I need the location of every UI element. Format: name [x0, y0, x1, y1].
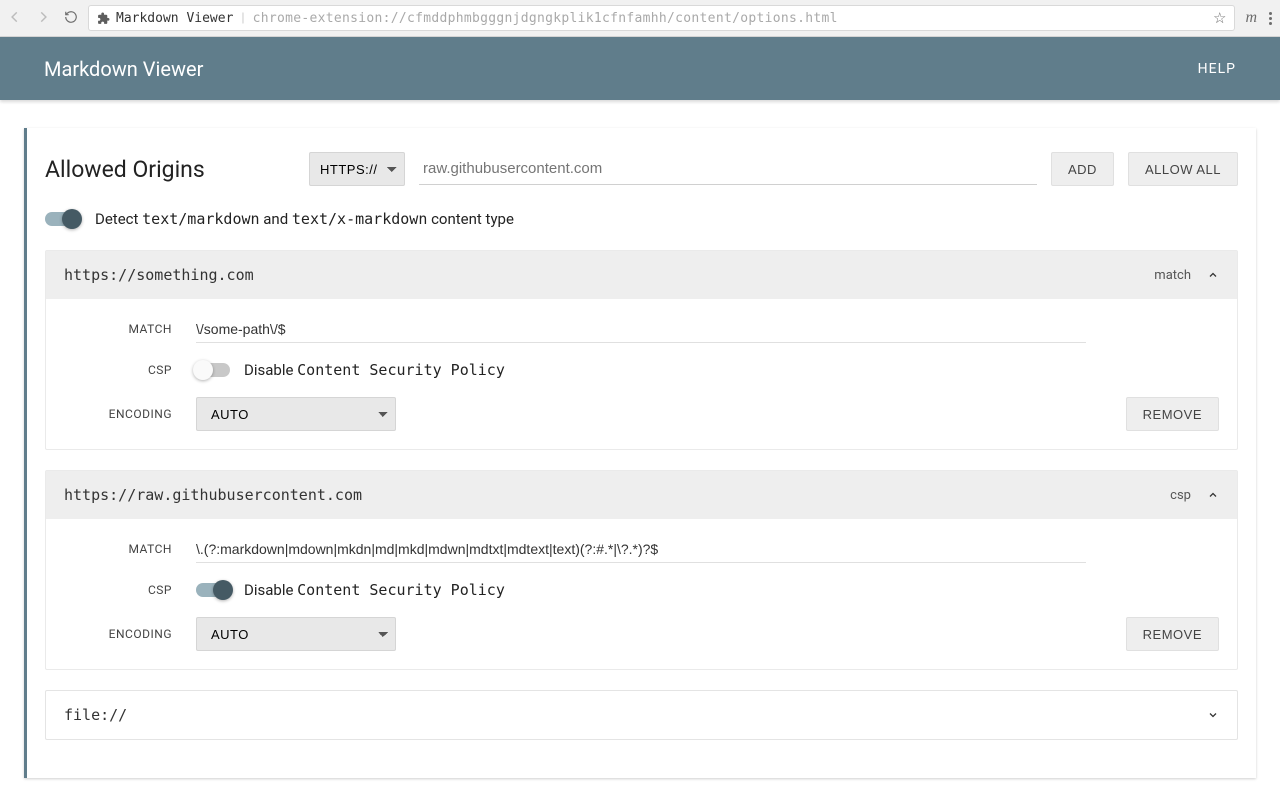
extension-title: Markdown Viewer — [116, 11, 233, 26]
match-label: MATCH — [64, 322, 196, 336]
encoding-select[interactable]: AUTO — [196, 397, 396, 431]
nav-buttons — [8, 9, 78, 28]
detect-label: Detect text/markdown and text/x-markdown… — [95, 210, 514, 228]
origin-body: MATCH CSP Disable Content Security Polic… — [46, 519, 1237, 669]
url-text: chrome-extension://cfmddphmbgggnjdgngkpl… — [253, 11, 838, 26]
origin-block-collapsed[interactable]: file:// — [45, 690, 1238, 740]
app-header: Markdown Viewer HELP — [0, 37, 1280, 100]
bookmark-star-icon[interactable]: ☆ — [1213, 9, 1226, 27]
chevron-down-icon — [1207, 709, 1219, 721]
match-label: MATCH — [64, 542, 196, 556]
origin-body: MATCH CSP Disable Content Security Polic… — [46, 299, 1237, 449]
match-input[interactable] — [196, 315, 1086, 343]
origin-block: https://something.com match MATCH CSP Di… — [45, 250, 1238, 450]
origin-header[interactable]: https://raw.githubusercontent.com csp — [46, 471, 1237, 519]
browser-toolbar: Markdown Viewer | chrome-extension://cfm… — [0, 0, 1280, 37]
encoding-select[interactable]: AUTO — [196, 617, 396, 651]
extension-icon: Markdown Viewer — [97, 11, 233, 26]
help-link[interactable]: HELP — [1198, 61, 1236, 77]
csp-toggle[interactable] — [196, 363, 230, 377]
allow-all-button[interactable]: ALLOW ALL — [1128, 152, 1238, 186]
encoding-label: ENCODING — [64, 627, 196, 641]
detect-toggle[interactable] — [45, 212, 79, 226]
origin-header[interactable]: https://something.com match — [46, 251, 1237, 299]
forward-button[interactable] — [36, 9, 50, 28]
origin-url: https://something.com — [64, 266, 254, 284]
section-title: Allowed Origins — [45, 156, 295, 183]
csp-label: CSP — [64, 363, 196, 377]
add-button[interactable]: ADD — [1051, 152, 1114, 186]
add-origin-row: Allowed Origins HTTPS:// ADD ALLOW ALL — [27, 128, 1256, 204]
detect-content-type-row: Detect text/markdown and text/x-markdown… — [27, 204, 1256, 250]
page-content: Allowed Origins HTTPS:// ADD ALLOW ALL D… — [0, 100, 1280, 778]
chevron-up-icon — [1207, 269, 1219, 281]
profile-icon[interactable]: m — [1245, 9, 1257, 27]
browser-menu-icon[interactable] — [1269, 12, 1272, 25]
chevron-up-icon — [1207, 489, 1219, 501]
origin-block: https://raw.githubusercontent.com csp MA… — [45, 470, 1238, 670]
csp-toggle[interactable] — [196, 583, 230, 597]
csp-label: CSP — [64, 583, 196, 597]
csp-description: Disable Content Security Policy — [244, 581, 505, 599]
origin-badge: match — [1154, 268, 1191, 283]
csp-description: Disable Content Security Policy — [244, 361, 505, 379]
origin-url: https://raw.githubusercontent.com — [64, 486, 362, 504]
match-input[interactable] — [196, 535, 1086, 563]
origin-input[interactable] — [419, 153, 1037, 185]
remove-button[interactable]: REMOVE — [1126, 397, 1219, 431]
address-bar[interactable]: Markdown Viewer | chrome-extension://cfm… — [88, 5, 1235, 31]
reload-button[interactable] — [64, 9, 78, 28]
origin-url: file:// — [64, 706, 127, 724]
origin-badge: csp — [1170, 488, 1191, 503]
back-button[interactable] — [8, 9, 22, 28]
allowed-origins-card: Allowed Origins HTTPS:// ADD ALLOW ALL D… — [24, 128, 1256, 778]
browser-right-icons: m — [1245, 9, 1272, 27]
omnibox-divider: | — [241, 11, 244, 26]
encoding-label: ENCODING — [64, 407, 196, 421]
remove-button[interactable]: REMOVE — [1126, 617, 1219, 651]
app-title: Markdown Viewer — [44, 57, 203, 81]
scheme-select[interactable]: HTTPS:// — [309, 152, 405, 186]
